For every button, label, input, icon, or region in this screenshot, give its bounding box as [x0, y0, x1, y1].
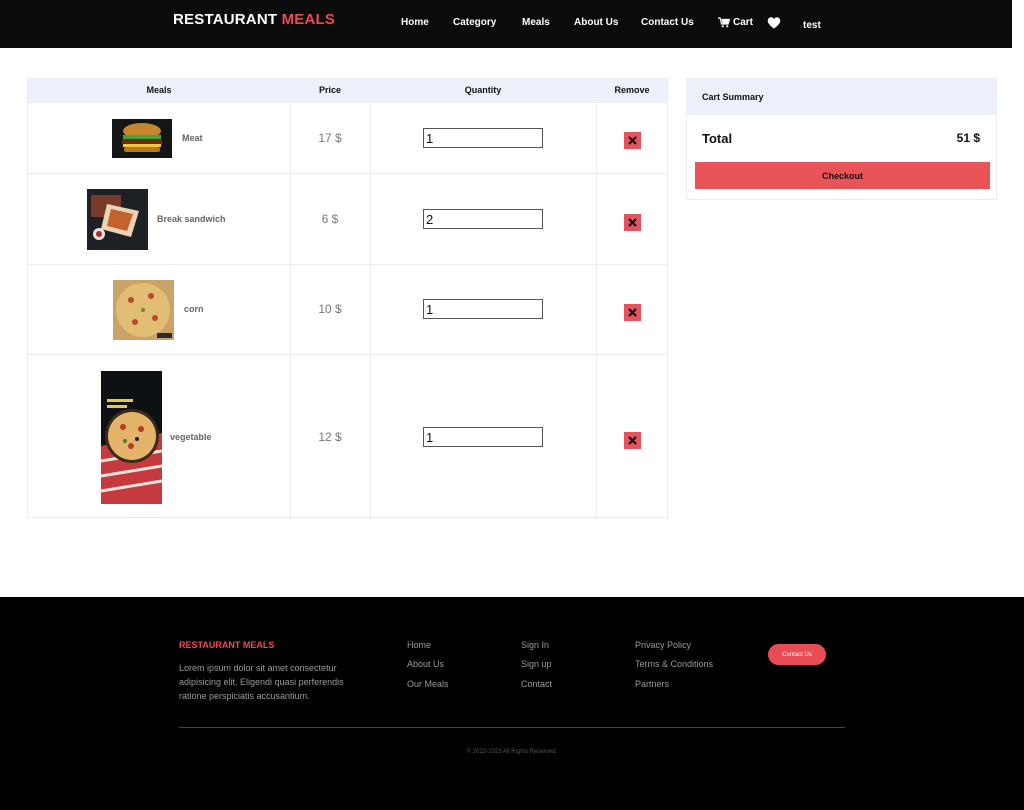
sandwich-image: [87, 189, 148, 250]
meal-name: corn: [184, 304, 204, 314]
nav-meals-link[interactable]: Meals: [522, 17, 550, 28]
nav-contact-link[interactable]: Contact Us: [641, 17, 694, 28]
remove-button[interactable]: [624, 132, 641, 149]
close-icon: [628, 136, 637, 145]
footer-contact-button[interactable]: Contact Us: [768, 644, 826, 665]
nav-home-link[interactable]: Home: [401, 17, 429, 28]
footer-divider: [179, 727, 845, 728]
nav-about-link[interactable]: About Us: [574, 17, 618, 28]
meal-name: Break sandwich: [157, 214, 226, 224]
table-header: Meals Price Quantity Remove: [28, 79, 667, 102]
remove-button[interactable]: [624, 304, 641, 321]
table-row: corn 10 $: [28, 264, 667, 354]
footer-description: Lorem ipsum dolor sit amet consectetur a…: [179, 663, 344, 701]
footer-link-terms[interactable]: Terms & Conditions: [635, 659, 713, 669]
table-row: Break sandwich 6 $: [28, 173, 667, 264]
remove-button[interactable]: [624, 214, 641, 231]
close-icon: [628, 218, 637, 227]
quantity-input[interactable]: [423, 128, 543, 148]
checkout-button[interactable]: Checkout: [695, 162, 990, 189]
footer-link-sign-in[interactable]: Sign In: [521, 640, 549, 650]
quantity-input[interactable]: [423, 209, 543, 229]
footer-link-home[interactable]: Home: [407, 640, 431, 650]
cart-summary: Cart Summary Total 51 $ Checkout: [686, 78, 997, 200]
pizza-image: [113, 280, 174, 340]
footer-link-sign-up[interactable]: Sign up: [521, 659, 552, 669]
burger-image: [112, 119, 172, 158]
total-label: Total: [702, 131, 733, 146]
quantity-input[interactable]: [423, 299, 543, 319]
footer-link-about[interactable]: About Us: [407, 659, 444, 669]
nav-category-link[interactable]: Category: [453, 17, 496, 28]
column-header-price: Price: [318, 85, 342, 95]
cart-icon: [718, 17, 730, 28]
summary-title: Cart Summary: [702, 92, 764, 102]
close-icon: [628, 308, 637, 317]
user-name[interactable]: test: [803, 20, 821, 31]
table-row: Meat 17 $: [28, 102, 667, 173]
footer-link-privacy[interactable]: Privacy Policy: [635, 640, 691, 650]
remove-button[interactable]: [624, 432, 641, 449]
quantity-input[interactable]: [423, 427, 543, 447]
cart-table: Meals Price Quantity Remove Meat 17 $ 1 …: [27, 78, 668, 518]
meal-price: 12 $: [318, 430, 342, 444]
brand-logo[interactable]: RESTAURANT MEALS: [173, 11, 335, 28]
footer-brand: RESTAURANT MEALS: [179, 640, 275, 650]
top-navbar: RESTAURANT MEALS Home Category Meals Abo…: [0, 0, 1012, 48]
meal-name: vegetable: [170, 432, 212, 442]
meal-price: 17 $: [318, 131, 342, 145]
meal-price: 10 $: [318, 302, 342, 316]
column-header-meals: Meals: [146, 85, 172, 95]
total-value: 51 $: [956, 131, 980, 145]
footer: RESTAURANT MEALS Lorem ipsum dolor sit a…: [0, 597, 1024, 810]
table-row: vegetable 12 $: [28, 354, 667, 518]
meal-name: Meat: [182, 133, 203, 143]
meal-price: 6 $: [321, 212, 339, 226]
footer-link-our-meals[interactable]: Our Meals: [407, 679, 449, 689]
footer-link-partners[interactable]: Partners: [635, 679, 669, 689]
heart-icon[interactable]: [767, 16, 781, 30]
close-icon: [628, 436, 637, 445]
column-header-remove: Remove: [614, 85, 650, 95]
copyright-text: © 2022-2023 All Rights Reserved.: [466, 749, 558, 755]
column-header-quantity: Quantity: [464, 85, 502, 95]
pizza-poster-image: [101, 371, 162, 504]
footer-link-contact[interactable]: Contact: [521, 679, 552, 689]
nav-cart-link[interactable]: Cart: [718, 17, 753, 28]
